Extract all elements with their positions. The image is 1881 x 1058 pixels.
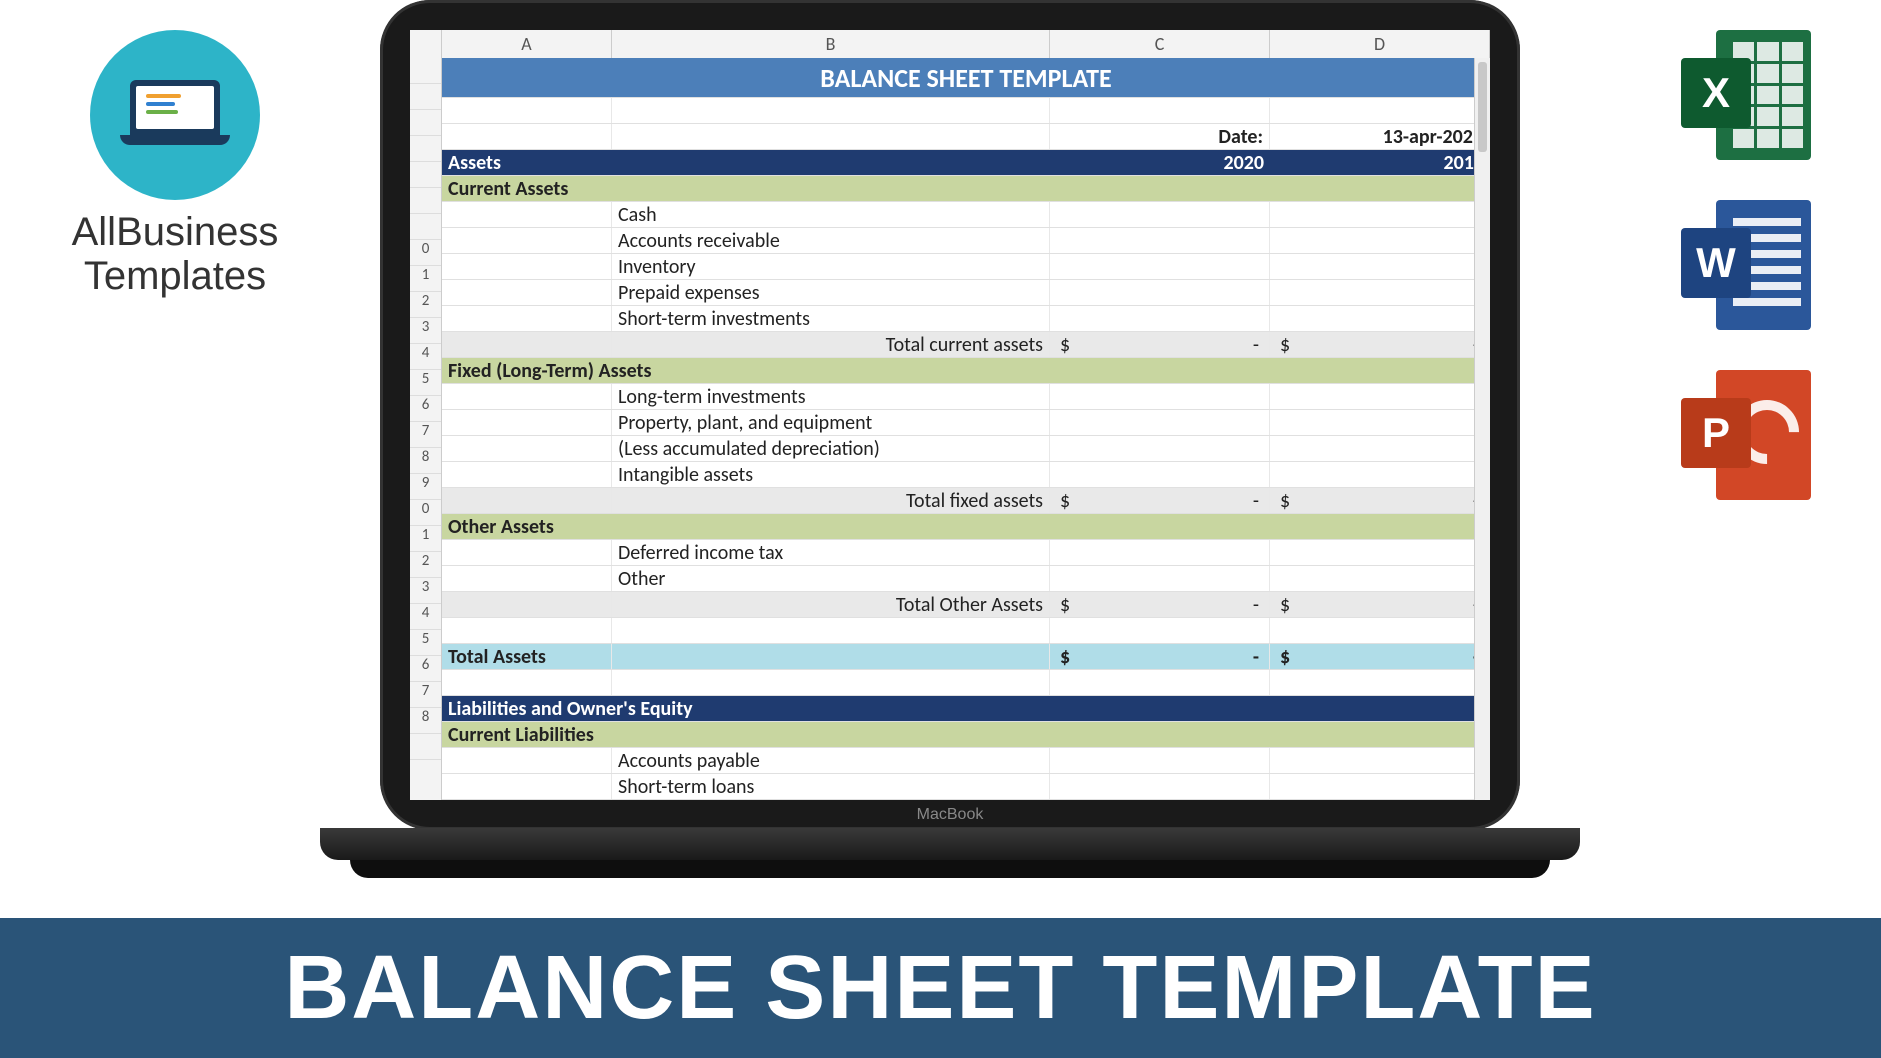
amount-cell[interactable]: $- bbox=[1050, 488, 1270, 513]
total-other-row: Total Other Assets $- $- bbox=[442, 592, 1490, 618]
total-current-row: Total current assets $- $- bbox=[442, 332, 1490, 358]
total-assets-row: Total Assets $- $- bbox=[442, 644, 1490, 670]
assets-header-row: Assets 2020 2019 bbox=[442, 150, 1490, 176]
laptop-frame: A B C D 0123456789012345678 BALANCE SHEE… bbox=[380, 0, 1520, 830]
other-assets-header: Other Assets bbox=[442, 514, 1490, 540]
col-header-d[interactable]: D bbox=[1270, 30, 1490, 58]
laptop-brand-label: MacBook bbox=[380, 806, 1520, 824]
item-row: Short-term loans bbox=[442, 774, 1490, 800]
spreadsheet: A B C D 0123456789012345678 BALANCE SHEE… bbox=[410, 30, 1490, 800]
cell[interactable]: Deferred income tax bbox=[612, 540, 1050, 565]
brand-line1: AllBusiness bbox=[50, 210, 300, 254]
cell[interactable]: Accounts payable bbox=[612, 748, 1050, 773]
col-header-b[interactable]: B bbox=[612, 30, 1050, 58]
select-all-corner[interactable] bbox=[410, 30, 442, 58]
banner-text: BALANCE SHEET TEMPLATE bbox=[284, 938, 1596, 1038]
blank-row bbox=[442, 98, 1490, 124]
item-row: Intangible assets bbox=[442, 462, 1490, 488]
current-assets-header: Current Assets bbox=[442, 176, 1490, 202]
cell[interactable]: Long-term investments bbox=[612, 384, 1050, 409]
cell[interactable]: Inventory bbox=[612, 254, 1050, 279]
brand-name: AllBusiness Templates bbox=[50, 210, 300, 298]
item-row: Inventory bbox=[442, 254, 1490, 280]
year-2019: 2019 bbox=[1270, 150, 1490, 175]
assets-label: Assets bbox=[442, 150, 612, 175]
amount-cell[interactable]: $- bbox=[1050, 644, 1270, 669]
vertical-scrollbar[interactable] bbox=[1474, 58, 1490, 800]
cell[interactable]: Prepaid expenses bbox=[612, 280, 1050, 305]
blank-row bbox=[442, 670, 1490, 696]
amount-cell[interactable]: $- bbox=[1270, 592, 1490, 617]
word-icon: W bbox=[1681, 200, 1811, 330]
cell[interactable]: Accounts receivable bbox=[612, 228, 1050, 253]
item-row: Prepaid expenses bbox=[442, 280, 1490, 306]
cells-area[interactable]: BALANCE SHEET TEMPLATE Date: 13-apr-2021… bbox=[442, 58, 1490, 800]
file-type-icons: X W P bbox=[1681, 30, 1821, 500]
current-liabilities-label: Current Liabilities bbox=[442, 722, 1490, 747]
cell[interactable]: Short-term investments bbox=[612, 306, 1050, 331]
liabilities-header-row: Liabilities and Owner's Equity bbox=[442, 696, 1490, 722]
col-header-a[interactable]: A bbox=[442, 30, 612, 58]
date-value: 13-apr-2021 bbox=[1270, 124, 1490, 149]
fixed-assets-header: Fixed (Long-Term) Assets bbox=[442, 358, 1490, 384]
word-letter: W bbox=[1681, 228, 1751, 298]
excel-icon: X bbox=[1681, 30, 1811, 160]
bottom-banner: BALANCE SHEET TEMPLATE bbox=[0, 918, 1881, 1058]
item-row: Accounts payable bbox=[442, 748, 1490, 774]
brand-logo-icon bbox=[90, 30, 260, 200]
amount-cell[interactable]: $- bbox=[1050, 592, 1270, 617]
item-row: Other bbox=[442, 566, 1490, 592]
cell[interactable]: Property, plant, and equipment bbox=[612, 410, 1050, 435]
total-current-label: Total current assets bbox=[612, 332, 1050, 357]
sheet-title: BALANCE SHEET TEMPLATE bbox=[442, 58, 1490, 97]
total-fixed-label: Total fixed assets bbox=[612, 488, 1050, 513]
spreadsheet-screen: A B C D 0123456789012345678 BALANCE SHEE… bbox=[410, 30, 1490, 800]
current-liabilities-header: Current Liabilities bbox=[442, 722, 1490, 748]
fixed-assets-label: Fixed (Long-Term) Assets bbox=[442, 358, 1490, 383]
date-label: Date: bbox=[1050, 124, 1270, 149]
powerpoint-icon: P bbox=[1681, 370, 1811, 500]
item-row: Property, plant, and equipment bbox=[442, 410, 1490, 436]
col-header-c[interactable]: C bbox=[1050, 30, 1270, 58]
cell[interactable]: Short-term loans bbox=[612, 774, 1050, 799]
other-assets-label: Other Assets bbox=[442, 514, 1490, 539]
amount-cell[interactable]: $- bbox=[1270, 488, 1490, 513]
amount-cell[interactable]: $- bbox=[1270, 332, 1490, 357]
liabilities-label: Liabilities and Owner's Equity bbox=[442, 696, 1490, 721]
cell[interactable]: Intangible assets bbox=[612, 462, 1050, 487]
total-assets-label: Total Assets bbox=[442, 644, 612, 669]
cell[interactable]: Other bbox=[612, 566, 1050, 591]
ppt-letter: P bbox=[1681, 398, 1751, 468]
brand-line2: Templates bbox=[50, 254, 300, 298]
row-headers[interactable]: 0123456789012345678 bbox=[410, 58, 442, 800]
date-row: Date: 13-apr-2021 bbox=[442, 124, 1490, 150]
item-row: Cash bbox=[442, 202, 1490, 228]
column-headers-row: A B C D bbox=[410, 30, 1490, 58]
laptop-base bbox=[320, 828, 1580, 860]
laptop-icon bbox=[120, 80, 230, 150]
brand-block: AllBusiness Templates bbox=[50, 30, 300, 298]
total-fixed-row: Total fixed assets $- $- bbox=[442, 488, 1490, 514]
year-2020: 2020 bbox=[1050, 150, 1270, 175]
cell[interactable]: Cash bbox=[612, 202, 1050, 227]
item-row: (Less accumulated depreciation) bbox=[442, 436, 1490, 462]
title-row: BALANCE SHEET TEMPLATE bbox=[442, 58, 1490, 98]
laptop-foot bbox=[350, 860, 1550, 878]
amount-cell[interactable]: $- bbox=[1270, 644, 1490, 669]
item-row: Accounts receivable bbox=[442, 228, 1490, 254]
item-row: Short-term investments bbox=[442, 306, 1490, 332]
amount-cell[interactable]: $- bbox=[1050, 332, 1270, 357]
blank-row bbox=[442, 618, 1490, 644]
item-row: Deferred income tax bbox=[442, 540, 1490, 566]
item-row: Long-term investments bbox=[442, 384, 1490, 410]
laptop-mockup: A B C D 0123456789012345678 BALANCE SHEE… bbox=[380, 0, 1520, 920]
current-assets-label: Current Assets bbox=[442, 176, 1490, 201]
excel-letter: X bbox=[1681, 58, 1751, 128]
total-other-label: Total Other Assets bbox=[612, 592, 1050, 617]
cell[interactable]: (Less accumulated depreciation) bbox=[612, 436, 1050, 461]
